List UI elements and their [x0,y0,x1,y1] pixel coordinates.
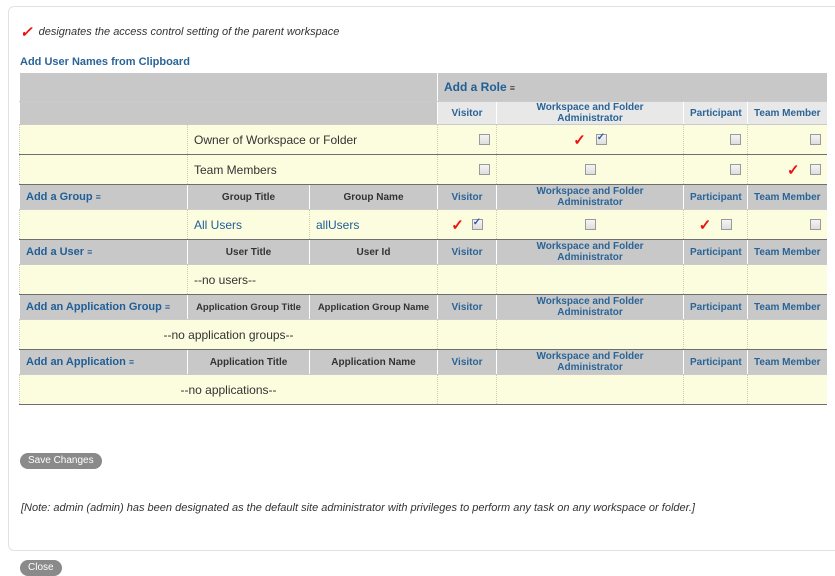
table-row: All Users allUsers ✓ ✓ [19,209,827,240]
application-group-section-header: Add an Application Group ≡ Application Gr… [19,294,827,320]
checkbox-team-member[interactable] [809,134,821,146]
red-check-icon: ✓ [20,24,33,41]
legend-text: designates the access control setting of… [38,26,340,38]
filter-icon: ≡ [95,192,101,202]
filter-icon: ≡ [87,247,93,257]
checkbox-participant[interactable] [730,134,742,146]
add-application-group-menu[interactable]: Add an Application Group ≡ [19,294,188,320]
application-section-header: Add an Application ≡ Application Title Ap… [19,349,827,375]
no-application-groups-text: --no application groups-- [18,319,438,350]
checkbox-team-member[interactable] [809,219,821,231]
role-header-row: Add a Role ≡ [18,73,827,102]
table-row: --no application groups-- [18,319,827,350]
checkbox-visitor[interactable] [471,217,483,230]
table-row: --no users-- [19,264,827,295]
red-check-icon: ✓ [451,216,464,234]
add-role-menu[interactable]: Add a Role ≡ [437,73,827,102]
red-check-icon: ✓ [698,216,712,234]
add-application-menu[interactable]: Add an Application ≡ [19,349,188,375]
add-user-menu[interactable]: Add a User ≡ [19,239,188,265]
red-check-icon: ✓ [573,131,586,149]
table-row: Team Members ✓ [19,154,827,185]
checkbox-admin[interactable] [584,164,596,176]
add-user-names-from-clipboard-link[interactable]: Add User Names from Clipboard [20,56,190,68]
filter-icon: ≡ [509,83,515,93]
group-title-link[interactable]: All Users [187,209,310,240]
checkbox-participant[interactable] [730,164,742,176]
role-names-row: Visitor Workspace and Folder Administrat… [18,101,827,125]
checkbox-visitor[interactable] [479,164,491,176]
role-admin: Workspace and Folder Administrator [496,101,684,125]
red-check-icon: ✓ [786,161,800,179]
access-control-table: Add a Role ≡ Visitor Workspace and Folder… [18,73,827,405]
role-visitor: Visitor [437,101,497,125]
role-team-member: Team Member [747,101,827,125]
group-name-link[interactable]: allUsers [308,209,438,240]
admin-note: [Note: admin (admin) has been designated… [21,502,695,514]
table-row: --no applications-- [18,374,827,405]
user-section-header: Add a User ≡ User Title User Id Visitor W… [19,239,827,265]
checkbox-participant[interactable] [721,219,733,230]
save-changes-button[interactable]: Save Changes [20,453,102,469]
checkbox-team-member[interactable] [809,164,821,175]
no-users-text: --no users-- [186,264,438,295]
group-section-header: Add a Group ≡ Group Title Group Name Visi… [19,184,827,210]
legend: ✓ designates the access control setting … [20,23,339,41]
no-applications-text: --no applications-- [18,374,438,405]
close-button[interactable]: Close [20,560,62,576]
checkbox-admin[interactable] [584,219,596,231]
checkbox-visitor[interactable] [479,134,491,146]
owner-label: Owner of Workspace or Folder [186,124,438,155]
checkbox-admin[interactable] [595,132,607,145]
team-members-label: Team Members [186,154,438,185]
filter-icon: ≡ [164,302,171,312]
role-participant: Participant [683,101,748,125]
add-group-menu[interactable]: Add a Group ≡ [19,184,188,210]
filter-icon: ≡ [128,357,135,367]
table-row: Owner of Workspace or Folder ✓ [19,124,827,155]
